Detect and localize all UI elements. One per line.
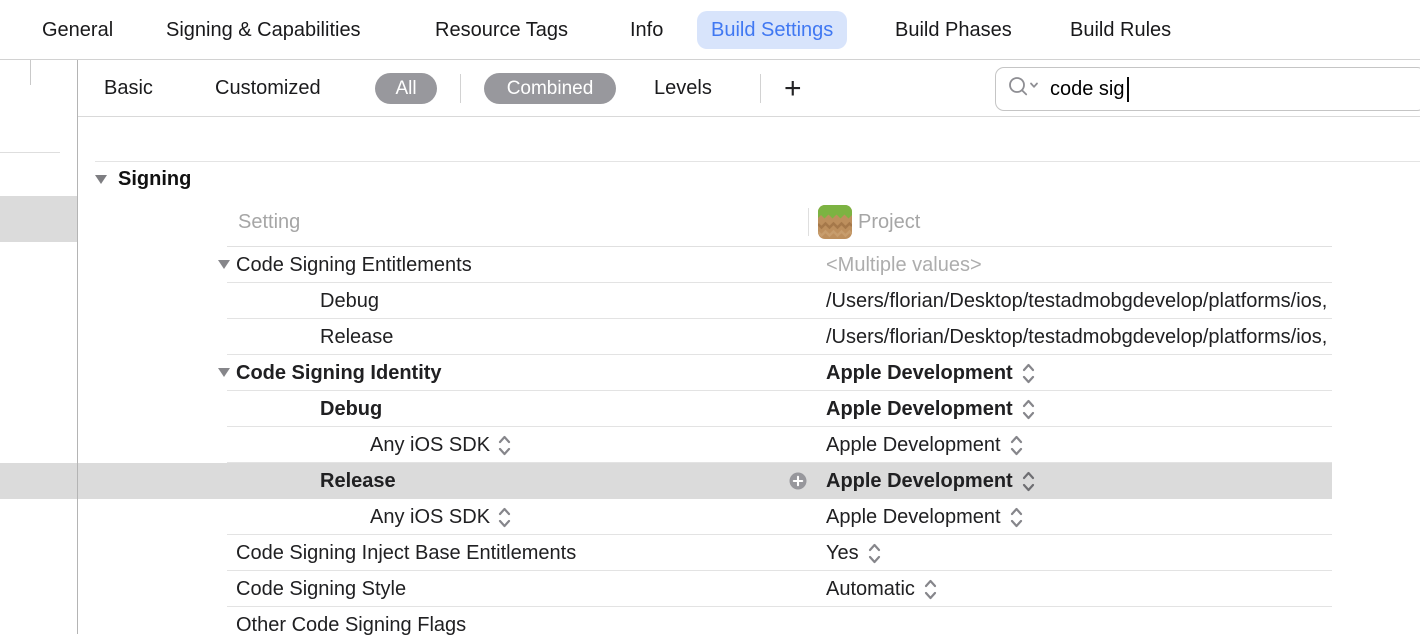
disclosure-triangle-icon[interactable] xyxy=(218,368,230,377)
setting-value-dropdown[interactable]: Apple Development xyxy=(826,463,1036,499)
setting-label: Release xyxy=(320,319,393,355)
disclosure-triangle-icon[interactable] xyxy=(95,175,107,184)
setting-label: Code Signing Style xyxy=(236,571,406,607)
value-text: Apple Development xyxy=(826,470,1013,493)
value-text: Apple Development xyxy=(826,398,1013,421)
section-title: Signing xyxy=(118,161,191,197)
row-entitlements-debug[interactable]: Debug /Users/florian/Desktop/testadmobgd… xyxy=(78,283,1332,319)
setting-label: Other Code Signing Flags xyxy=(236,607,466,643)
row-entitlements-release[interactable]: Release /Users/florian/Desktop/testadmob… xyxy=(78,319,1332,355)
filter-customized-button[interactable]: Customized xyxy=(215,60,321,117)
tab-label: Build Settings xyxy=(711,19,833,42)
stepper-chevrons-icon[interactable] xyxy=(923,578,938,601)
setting-value-dropdown[interactable]: Yes xyxy=(826,535,882,571)
stepper-chevrons-icon[interactable] xyxy=(1021,470,1036,493)
add-value-button[interactable] xyxy=(789,472,807,495)
stepper-chevrons-icon[interactable] xyxy=(1021,362,1036,385)
column-setting: Setting xyxy=(238,197,300,247)
sidebar-selected-item[interactable] xyxy=(0,196,77,242)
row-identity-release-selected[interactable]: Release Apple Development xyxy=(78,463,1332,499)
row-identity-debug[interactable]: Debug Apple Development xyxy=(78,391,1332,427)
filter-toolbar: Basic Customized All Combined Levels + c… xyxy=(78,60,1420,117)
filter-all-button-selected[interactable]: All xyxy=(375,73,437,104)
value-text: Apple Development xyxy=(826,362,1013,385)
row-identity-debug-any-ios-sdk[interactable]: Any iOS SDK Apple Development xyxy=(78,427,1332,463)
setting-value-dropdown[interactable]: Apple Development xyxy=(826,427,1024,463)
project-editor-tabbar: General Signing & Capabilities Resource … xyxy=(0,0,1420,60)
stepper-chevrons-icon[interactable] xyxy=(497,506,512,529)
settings-content: Basic Customized All Combined Levels + c… xyxy=(78,60,1420,634)
tab-build-rules[interactable]: Build Rules xyxy=(1070,0,1171,60)
row-other-code-signing-flags[interactable]: Other Code Signing Flags xyxy=(78,607,1332,643)
row-code-signing-style[interactable]: Code Signing Style Automatic xyxy=(78,571,1332,607)
setting-label: Debug xyxy=(320,283,379,319)
column-divider[interactable] xyxy=(808,208,809,236)
tab-label: Build Rules xyxy=(1070,19,1171,42)
signing-section-header: Signing xyxy=(78,161,1420,197)
value-text: Yes xyxy=(826,542,859,565)
setting-label-dropdown[interactable]: Any iOS SDK xyxy=(370,499,512,535)
setting-label: Release xyxy=(320,463,396,499)
tab-label: Signing & Capabilities xyxy=(166,19,361,42)
row-inject-base-entitlements[interactable]: Code Signing Inject Base Entitlements Ye… xyxy=(78,535,1332,571)
value-text: Apple Development xyxy=(826,506,1001,529)
tab-resource-tags[interactable]: Resource Tags xyxy=(435,0,568,60)
setting-value-path[interactable]: /Users/florian/Desktop/testadmobgdevelop… xyxy=(826,283,1327,319)
tab-label: General xyxy=(42,19,113,42)
value-text: Automatic xyxy=(826,578,915,601)
table-column-header: Setting Project xyxy=(78,197,1420,247)
value-text: Apple Development xyxy=(826,434,1001,457)
text-cursor xyxy=(1127,77,1129,102)
toolbar-divider xyxy=(460,74,461,103)
setting-value-path[interactable]: /Users/florian/Desktop/testadmobgdevelop… xyxy=(826,319,1327,355)
pane-splitter xyxy=(30,60,31,85)
setting-label: Code Signing Inject Base Entitlements xyxy=(236,535,576,571)
filter-basic-button[interactable]: Basic xyxy=(104,60,153,117)
label-text: Any iOS SDK xyxy=(370,434,490,457)
toolbar-divider xyxy=(760,74,761,103)
stepper-chevrons-icon[interactable] xyxy=(1009,434,1024,457)
label-text: Any iOS SDK xyxy=(370,506,490,529)
setting-label: Debug xyxy=(320,391,382,427)
tab-info[interactable]: Info xyxy=(630,0,663,60)
setting-value-dropdown[interactable]: Apple Development xyxy=(826,391,1036,427)
stepper-chevrons-icon[interactable] xyxy=(1009,506,1024,529)
targets-sidebar xyxy=(0,60,78,634)
build-settings-search-field[interactable]: code sig xyxy=(995,67,1420,111)
filter-combined-button-selected[interactable]: Combined xyxy=(484,73,616,104)
column-project: Project xyxy=(858,197,920,247)
stepper-chevrons-icon[interactable] xyxy=(867,542,882,565)
tab-general[interactable]: General xyxy=(42,0,113,60)
add-build-setting-button[interactable]: + xyxy=(784,60,802,117)
row-code-signing-entitlements[interactable]: Code Signing Entitlements <Multiple valu… xyxy=(78,247,1332,283)
sidebar-content-divider[interactable] xyxy=(77,60,78,634)
search-icon[interactable] xyxy=(1007,74,1041,105)
project-app-icon xyxy=(818,205,852,245)
sidebar-divider xyxy=(0,152,60,153)
setting-value-dropdown[interactable]: Apple Development xyxy=(826,355,1036,391)
tab-label: Resource Tags xyxy=(435,19,568,42)
setting-value-dropdown[interactable]: Apple Development xyxy=(826,499,1024,535)
setting-value-dropdown[interactable]: Automatic xyxy=(826,571,938,607)
stepper-chevrons-icon[interactable] xyxy=(497,434,512,457)
setting-value[interactable]: <Multiple values> xyxy=(826,247,982,283)
build-settings-pane: Basic Customized All Combined Levels + c… xyxy=(0,60,1420,634)
disclosure-triangle-icon[interactable] xyxy=(218,260,230,269)
row-identity-release-any-ios-sdk[interactable]: Any iOS SDK Apple Development xyxy=(78,499,1332,535)
row-code-signing-identity[interactable]: Code Signing Identity Apple Development xyxy=(78,355,1332,391)
tab-signing-capabilities[interactable]: Signing & Capabilities xyxy=(166,0,361,60)
filter-levels-button[interactable]: Levels xyxy=(654,60,712,117)
stepper-chevrons-icon[interactable] xyxy=(1021,398,1036,421)
tab-build-settings-selected[interactable]: Build Settings xyxy=(697,11,847,49)
tab-build-phases[interactable]: Build Phases xyxy=(895,0,1012,60)
search-input-value[interactable]: code sig xyxy=(1050,78,1125,101)
setting-label: Code Signing Identity xyxy=(236,355,442,391)
setting-label-dropdown[interactable]: Any iOS SDK xyxy=(370,427,512,463)
tab-label: Build Phases xyxy=(895,19,1012,42)
setting-label: Code Signing Entitlements xyxy=(236,247,472,283)
tab-label: Info xyxy=(630,19,663,42)
